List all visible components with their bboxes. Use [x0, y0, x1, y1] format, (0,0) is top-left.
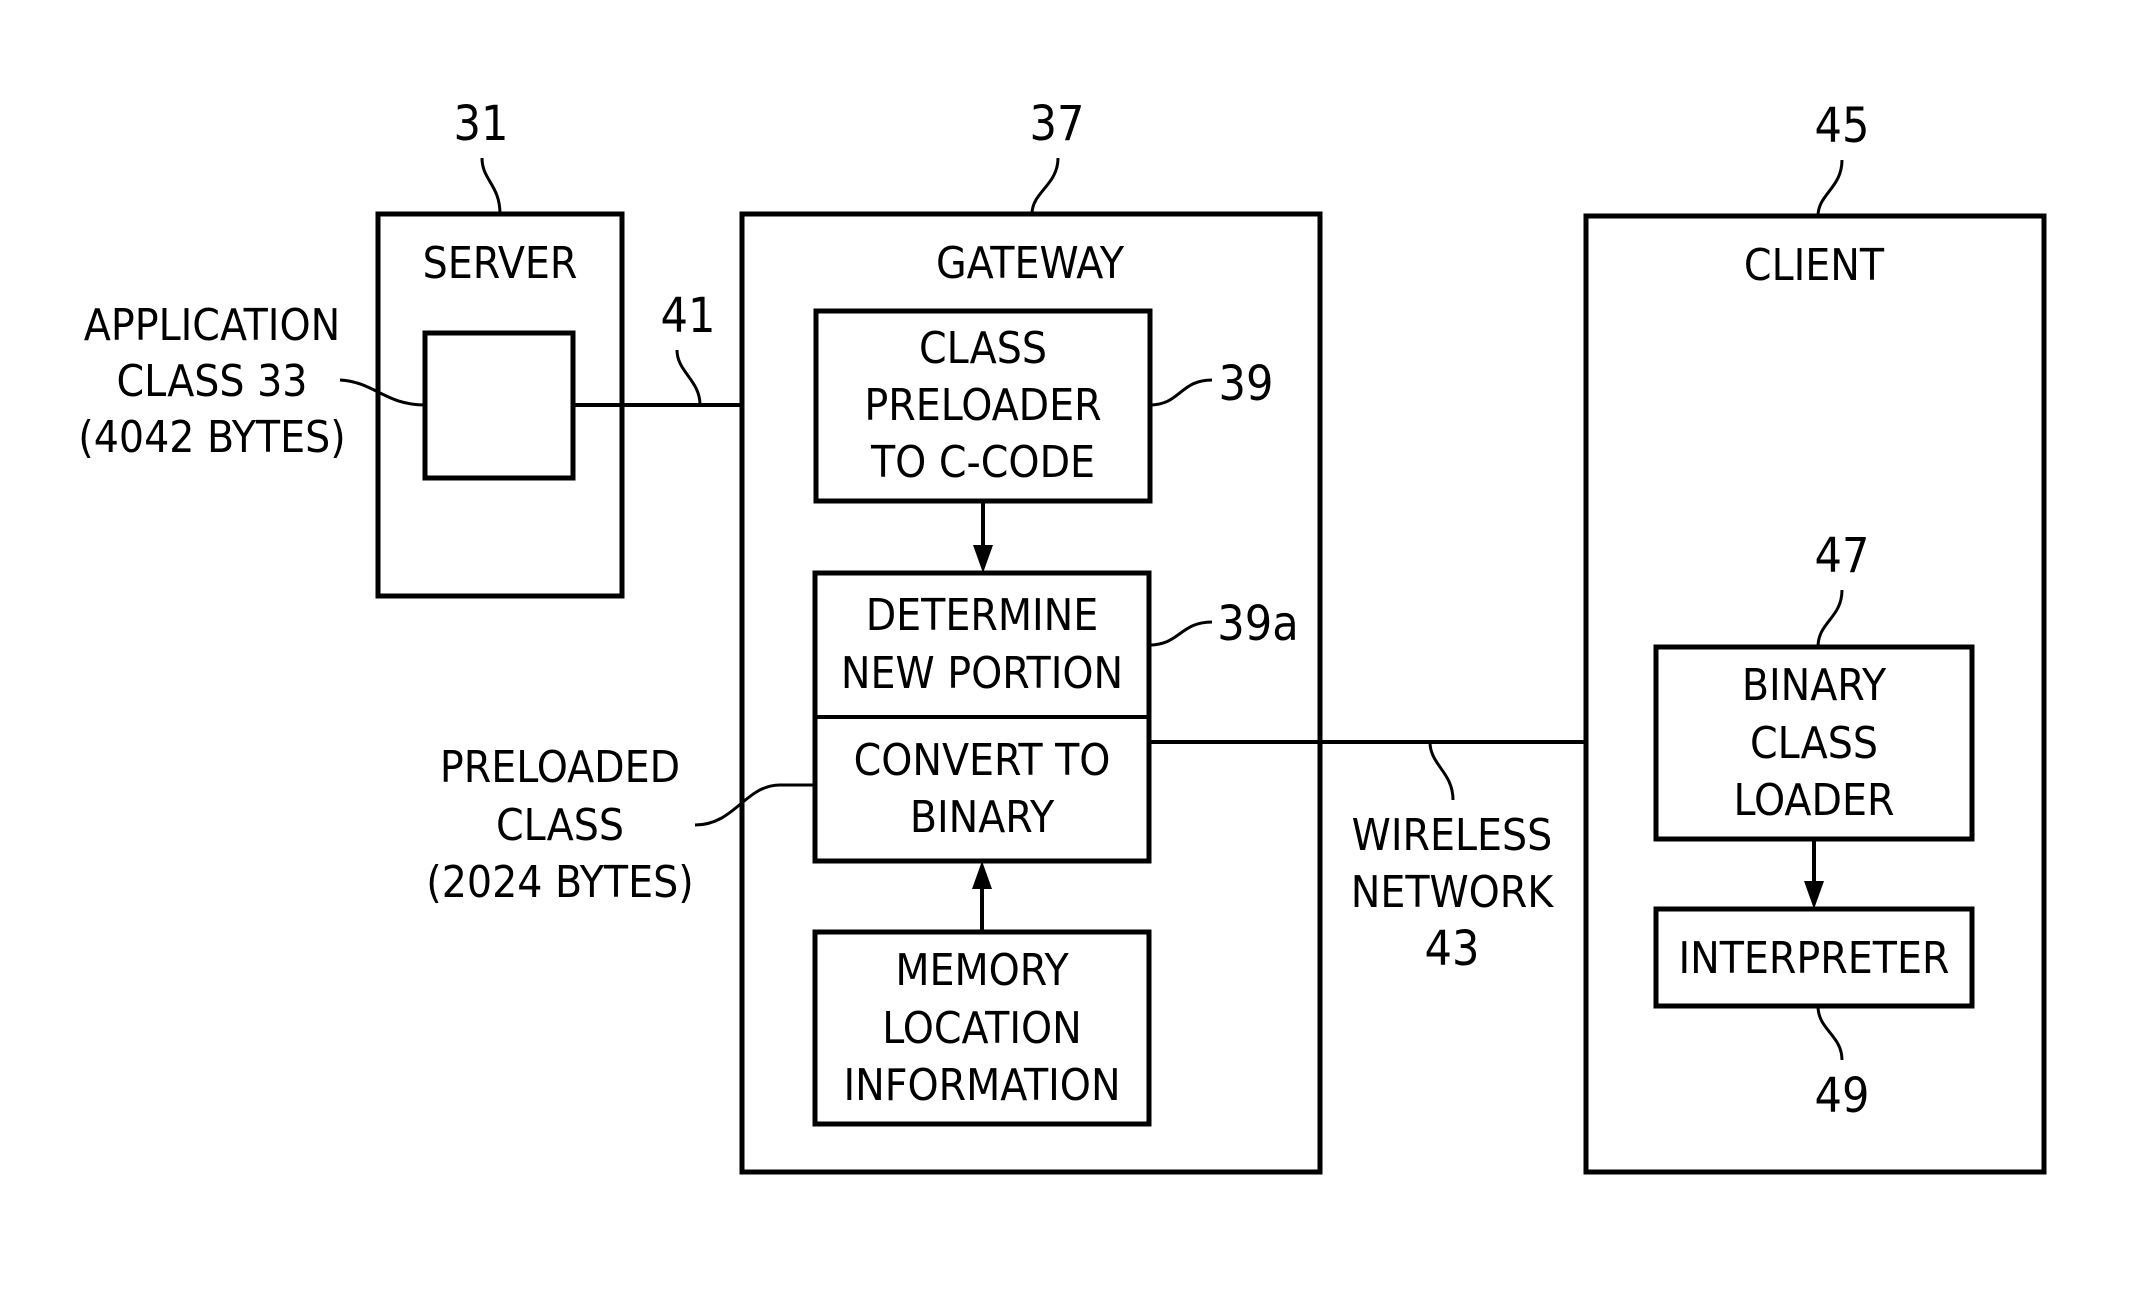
determine-ref: 39a	[1217, 596, 1298, 652]
wireless-network-line2: NETWORK	[1351, 867, 1555, 918]
app-class-label-line3: (4042 BYTES)	[78, 412, 345, 463]
wireless-network-leader-line	[1428, 741, 1455, 801]
convert-line1: CONVERT TO	[854, 735, 1111, 786]
convert-line2: BINARY	[910, 792, 1055, 843]
server-leader-line	[480, 157, 502, 215]
wireless-network-line1: WIRELESS	[1352, 810, 1553, 861]
server-title: SERVER	[423, 238, 578, 289]
server-ref-number: 31	[454, 96, 509, 152]
interpreter-ref: 49	[1815, 1068, 1870, 1124]
gateway-title: GATEWAY	[936, 238, 1125, 289]
class-preloader-line1: CLASS	[919, 323, 1047, 374]
binary-loader-line1: BINARY	[1742, 660, 1887, 711]
connection-41-ref: 41	[661, 288, 716, 344]
memory-line1: MEMORY	[895, 945, 1069, 996]
preloaded-class-label-line3: (2024 BYTES)	[426, 857, 693, 908]
server-block: SERVER 31 APPLICATION CLASS 33 (4042 BYT…	[78, 96, 625, 599]
interpreter-label: INTERPRETER	[1678, 933, 1949, 984]
block-diagram: SERVER 31 APPLICATION CLASS 33 (4042 BYT…	[78, 96, 2047, 1175]
wireless-network-ref: 43	[1425, 921, 1480, 977]
memory-line3: INFORMATION	[843, 1060, 1120, 1111]
gateway-leader-line	[1030, 157, 1060, 215]
client-ref-number: 45	[1815, 98, 1870, 154]
client-leader-line	[1816, 159, 1844, 217]
app-class-label-line2: CLASS 33	[117, 356, 308, 407]
binary-loader-line2: CLASS	[1750, 718, 1878, 769]
class-preloader-line3: TO C-CODE	[870, 437, 1095, 488]
binary-loader-line3: LOADER	[1734, 775, 1895, 826]
determine-line1: DETERMINE	[866, 590, 1099, 641]
gateway-ref-number: 37	[1030, 96, 1085, 152]
app-class-label-line1: APPLICATION	[84, 300, 340, 351]
client-title: CLIENT	[1744, 240, 1885, 291]
class-preloader-ref: 39	[1219, 356, 1274, 412]
preloaded-class-label-line1: PRELOADED	[440, 742, 680, 793]
preloaded-class-label-line2: CLASS	[496, 800, 624, 851]
class-preloader-line2: PRELOADER	[864, 380, 1101, 431]
client-block: CLIENT 45 47 BINARY CLASS LOADER INTERPR…	[1583, 98, 2047, 1175]
binary-loader-ref: 47	[1815, 528, 1870, 584]
determine-line2: NEW PORTION	[841, 648, 1123, 699]
application-class-box	[422, 330, 576, 481]
connection-41-leader-line	[675, 349, 702, 406]
memory-line2: LOCATION	[882, 1003, 1082, 1054]
